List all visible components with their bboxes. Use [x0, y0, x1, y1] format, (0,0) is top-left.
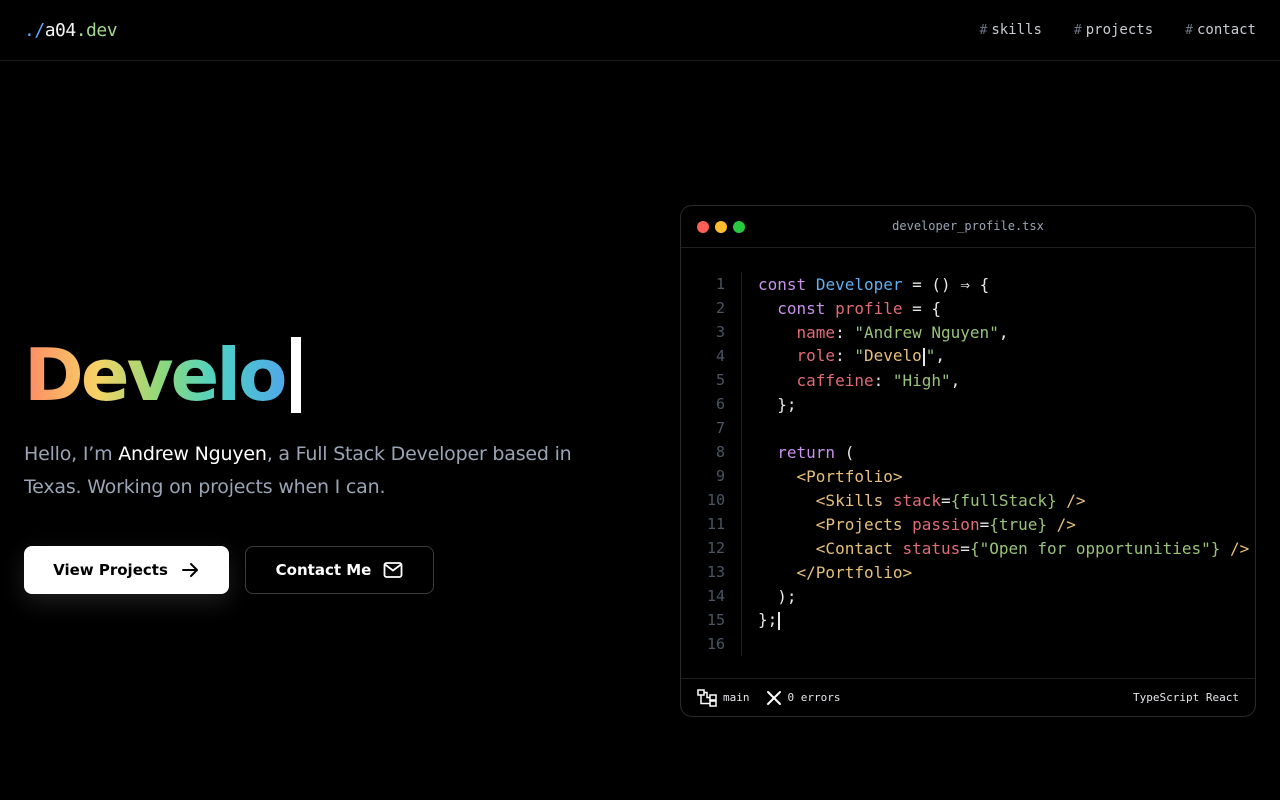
line-number: 13 — [706, 563, 725, 581]
code-editor-window: developer_profile.tsx 1 const Developer =… — [680, 205, 1256, 717]
editor-filename: developer_profile.tsx — [892, 219, 1044, 233]
intro-before: Hello, I’m — [24, 443, 119, 465]
nav-link-label: contact — [1196, 22, 1256, 38]
line-number: 15 — [706, 611, 725, 629]
nav-link-label: projects — [1085, 22, 1154, 38]
typed-heading-text: Develo — [24, 333, 288, 417]
code-line: 8 return ( — [681, 440, 1255, 464]
gutter-divider — [741, 272, 742, 656]
line-number: 11 — [706, 515, 725, 533]
nav-link-skills[interactable]: # skills — [979, 22, 1041, 38]
errors-indicator[interactable]: 0 errors — [766, 690, 841, 706]
line-number: 5 — [715, 371, 725, 389]
text-caret — [290, 337, 301, 413]
view-projects-button[interactable]: View Projects — [24, 546, 229, 594]
line-number: 10 — [706, 491, 725, 509]
code-line: 11 <Projects passion={true} /> — [681, 512, 1255, 536]
logo-name: a04 — [44, 19, 77, 41]
line-number: 9 — [715, 467, 725, 485]
hash-icon: # — [1185, 23, 1193, 38]
arrow-right-icon — [181, 563, 198, 577]
top-nav: ./a04.dev # skills # projects # contact — [0, 0, 1280, 61]
code-line: 1 const Developer = () ⇒ { — [681, 272, 1255, 296]
code-line: 5 caffeine: "High", — [681, 368, 1255, 392]
mail-icon — [383, 562, 403, 578]
git-branch-icon — [697, 688, 717, 707]
code-line: 16 — [681, 632, 1255, 656]
language-mode[interactable]: TypeScript React — [1133, 691, 1239, 704]
hero-intro: Hello, I’m Andrew Nguyen, a Full Stack D… — [24, 438, 614, 504]
site-logo[interactable]: ./a04.dev — [24, 19, 118, 41]
typed-heading: Develo — [24, 330, 624, 420]
line-number: 12 — [706, 539, 725, 557]
branch-indicator[interactable]: main — [697, 688, 750, 707]
line-number: 1 — [715, 275, 725, 293]
code-line: 13 </Portfolio> — [681, 560, 1255, 584]
line-number: 2 — [715, 299, 725, 317]
code-line: 14 ); — [681, 584, 1255, 608]
nav-links: # skills # projects # contact — [979, 22, 1256, 38]
hash-icon: # — [979, 23, 988, 38]
nav-link-projects[interactable]: # projects — [1074, 22, 1153, 38]
line-number: 16 — [706, 635, 725, 653]
line-number: 6 — [715, 395, 725, 413]
line-number: 14 — [706, 587, 725, 605]
hash-icon: # — [1073, 23, 1082, 38]
line-number: 8 — [715, 443, 725, 461]
logo-tld: .dev — [75, 19, 118, 41]
errors-count: 0 errors — [787, 691, 841, 704]
hero-section: Develo Hello, I’m Andrew Nguyen, a Full … — [24, 330, 624, 594]
code-line: 3 name: "Andrew Nguyen", — [681, 320, 1255, 344]
intro-name: Andrew Nguyen — [118, 443, 267, 465]
code-cursor — [778, 611, 781, 630]
code-line: 6 }; — [681, 392, 1255, 416]
view-projects-label: View Projects — [53, 561, 168, 579]
line-number: 4 — [715, 347, 725, 365]
close-x-icon — [766, 690, 781, 705]
editor-title-bar: developer_profile.tsx — [681, 206, 1255, 248]
contact-me-label: Contact Me — [275, 561, 372, 579]
code-line: 10 <Skills stack={fullStack} /> — [681, 488, 1255, 512]
code-cursor — [922, 347, 925, 366]
code-line: 15}; — [681, 608, 1255, 632]
logo-prefix: ./ — [24, 19, 45, 41]
contact-me-button[interactable]: Contact Me — [245, 546, 434, 594]
code-area: 1 const Developer = () ⇒ { 2 const profil… — [681, 248, 1255, 656]
nav-link-contact[interactable]: # contact — [1185, 22, 1256, 38]
code-line: 2 const profile = { — [681, 296, 1255, 320]
hero-buttons: View Projects Contact Me — [24, 546, 624, 594]
line-number: 7 — [715, 419, 725, 437]
nav-link-label: skills — [991, 22, 1042, 38]
typed-role-value: Develo — [863, 346, 922, 366]
editor-status-bar: main 0 errors TypeScript React — [681, 678, 1255, 716]
code-line: 9 <Portfolio> — [681, 464, 1255, 488]
branch-name: main — [723, 691, 750, 704]
code-line: 7 — [681, 416, 1255, 440]
code-line: 4 role: "Develo ", — [681, 344, 1255, 368]
line-number: 3 — [715, 323, 725, 341]
code-line: 12 <Contact status={"Open for opportunit… — [681, 536, 1255, 560]
